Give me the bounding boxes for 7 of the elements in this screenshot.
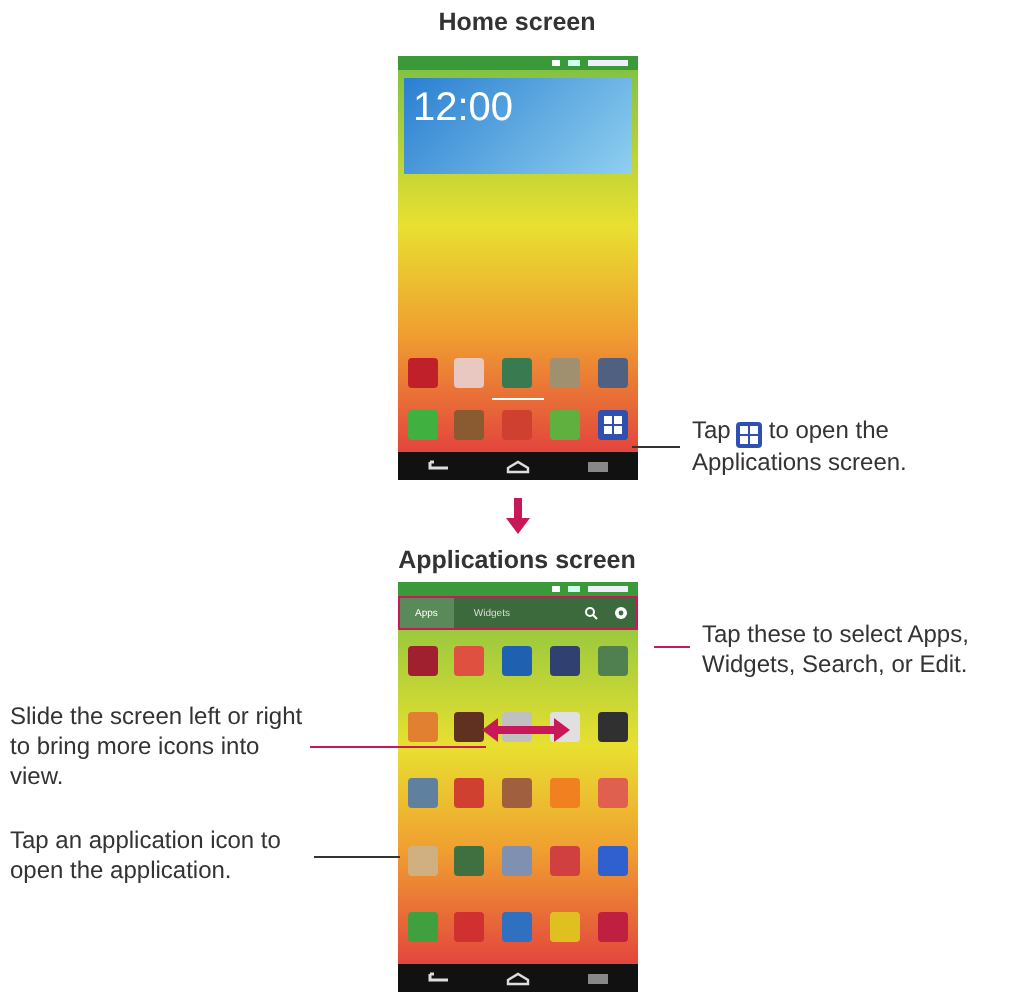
callout-text: Tap these to select Apps, Widgets, Search, or Edit. [702, 620, 971, 680]
section-title: Applications screen [398, 546, 636, 576]
clock-time: 12:00 [413, 86, 514, 130]
callout-text: Slide the screen left or right to bring more icons into view. [10, 702, 305, 792]
callout-text: Tap an application icon to open the application. [10, 826, 283, 886]
callout-text: Tap to open the Applications screen. [692, 416, 909, 478]
section-title: Home screen [438, 8, 596, 38]
